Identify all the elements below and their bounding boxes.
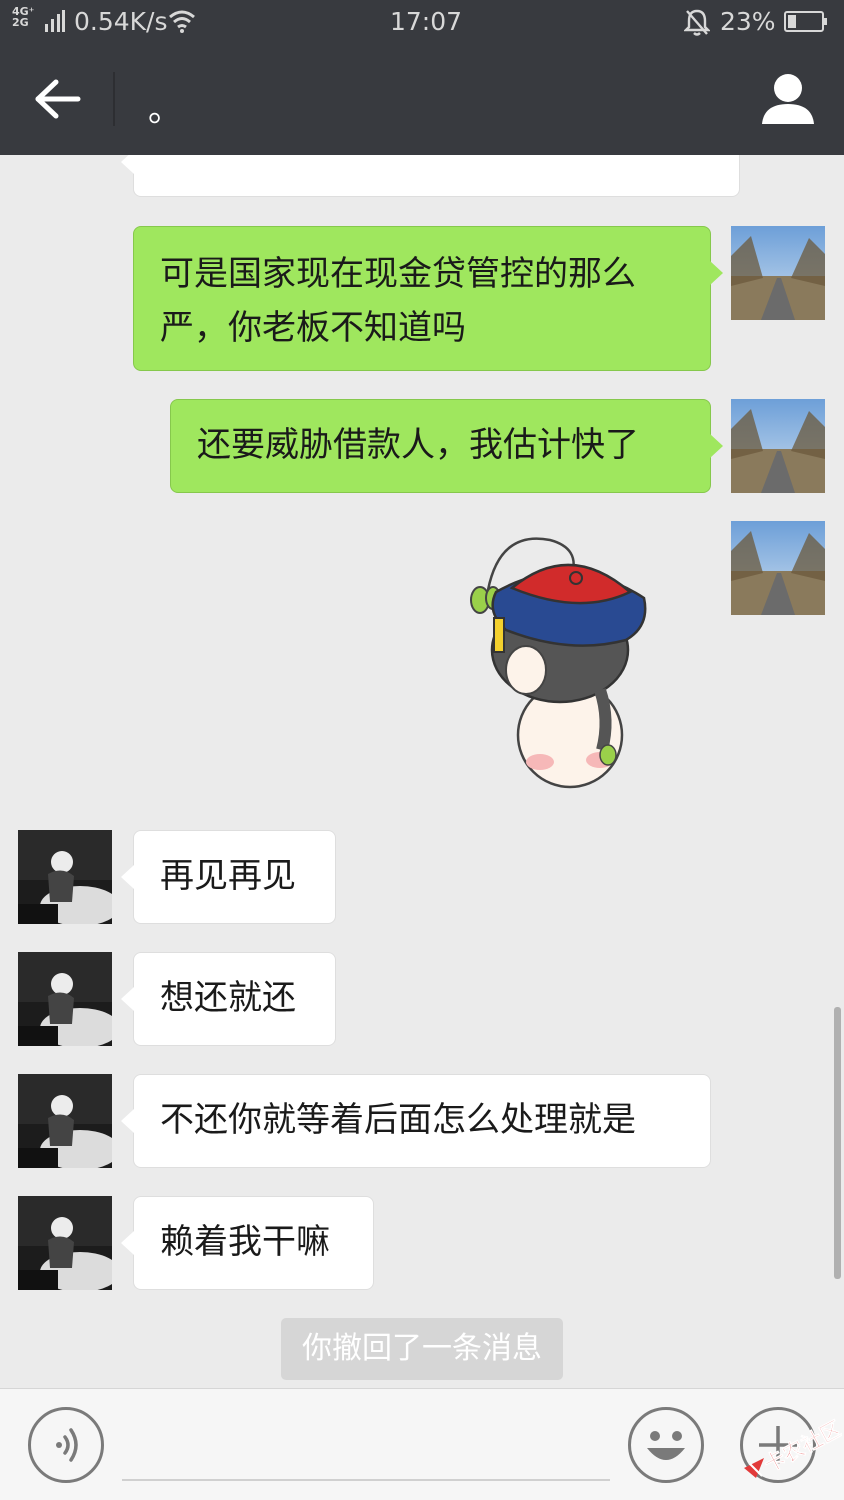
- message-text-line: 不还你就等着后面怎么处理就是: [160, 1100, 636, 1140]
- message-bubble-partial[interactable]: 了: [121, 155, 740, 197]
- message-text-line: 可是国家现在现金贷管控的那么: [160, 254, 636, 294]
- message-text-line: 想还就还: [160, 978, 296, 1018]
- road-photo-avatar-icon: [731, 226, 825, 320]
- signal-icon: [45, 10, 65, 32]
- bw-photo-avatar-icon: [18, 952, 112, 1046]
- chat-title: 。: [148, 90, 182, 130]
- chat-header: 。: [0, 44, 844, 155]
- clock: 17:07: [390, 7, 463, 36]
- battery-percent: 23%: [720, 7, 776, 36]
- message-bubble-outgoing[interactable]: 可是国家现在现金贷管控的那么 严，你老板不知道吗: [133, 226, 723, 371]
- system-notice: 你撤回了一条消息: [281, 1318, 563, 1380]
- battery-icon: [784, 11, 827, 32]
- input-bar: [0, 1388, 844, 1500]
- cartoon-qing-hat-sticker-icon[interactable]: [460, 530, 670, 790]
- message-bubble-incoming[interactable]: 不还你就等着后面怎么处理就是: [121, 1074, 711, 1168]
- my-avatar[interactable]: [731, 399, 825, 493]
- network-type: 4G⁺ 2G: [12, 5, 35, 29]
- message-input[interactable]: [122, 1479, 610, 1481]
- my-avatar[interactable]: [731, 226, 825, 320]
- wifi-icon: [169, 10, 195, 33]
- message-bubble-outgoing[interactable]: 还要威胁借款人，我估计快了: [170, 399, 723, 493]
- contact-avatar[interactable]: [18, 952, 112, 1046]
- message-bubble-incoming[interactable]: 想还就还: [121, 952, 336, 1046]
- header-divider: [113, 72, 115, 126]
- message-bubble-incoming[interactable]: 再见再见: [121, 830, 336, 924]
- message-bubble-incoming[interactable]: 赖着我干嘛: [121, 1196, 374, 1290]
- emoji-button[interactable]: [628, 1407, 704, 1483]
- back-arrow-icon[interactable]: [30, 74, 86, 124]
- contact-avatar[interactable]: [18, 830, 112, 924]
- mute-bell-icon: [684, 9, 710, 36]
- message-text-line: 还要威胁借款人，我估计快了: [197, 425, 639, 465]
- contact-avatar[interactable]: [18, 1196, 112, 1290]
- watermark-logo-icon: 卡农社区: [744, 1416, 844, 1478]
- voice-icon: [56, 1428, 78, 1462]
- emoji-icon: [647, 1431, 685, 1460]
- bw-photo-avatar-icon: [18, 1074, 112, 1168]
- message-list[interactable]: 了 可是国家现在现金贷管控的那么 严，你老板不知道吗 还要威胁借款人，我估计快了: [0, 155, 844, 1388]
- message-text-line: 严，你老板不知道吗: [160, 308, 466, 348]
- message-text-line: 赖着我干嘛: [160, 1222, 330, 1262]
- status-bar: 4G⁺ 2G 0.54K/s 17:07 23%: [0, 0, 844, 44]
- road-photo-avatar-icon: [731, 399, 825, 493]
- my-avatar[interactable]: [731, 521, 825, 615]
- bw-photo-avatar-icon: [18, 1196, 112, 1290]
- voice-button[interactable]: [28, 1407, 104, 1483]
- bw-photo-avatar-icon: [18, 830, 112, 924]
- profile-icon[interactable]: [758, 68, 818, 128]
- contact-avatar[interactable]: [18, 1074, 112, 1168]
- scrollbar[interactable]: [834, 1007, 841, 1279]
- road-photo-avatar-icon: [731, 521, 825, 615]
- network-speed: 0.54K/s: [74, 7, 168, 36]
- site-watermark-logo: 卡农社区: [742, 1402, 844, 1488]
- message-text-line: 再见再见: [160, 856, 296, 896]
- svg-text:卡农社区: 卡农社区: [760, 1416, 842, 1477]
